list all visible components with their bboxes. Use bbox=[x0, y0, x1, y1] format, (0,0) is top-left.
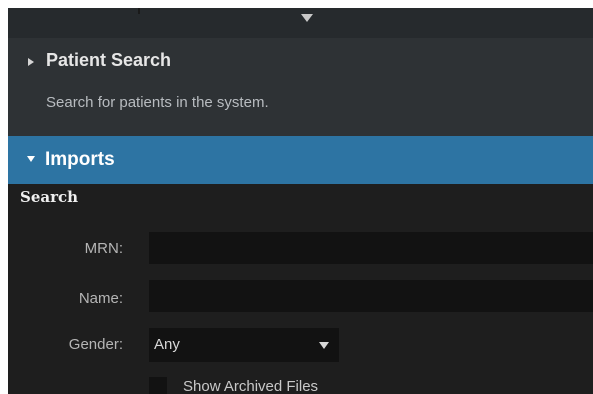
caret-down-icon bbox=[27, 156, 35, 162]
caret-right-icon bbox=[28, 58, 34, 66]
imports-header[interactable]: Imports bbox=[8, 136, 593, 184]
patient-search-section: Patient Search Search for patients in th… bbox=[8, 38, 593, 136]
mrn-label: MRN: bbox=[84, 240, 123, 257]
patient-search-title: Patient Search bbox=[46, 50, 172, 70]
name-input[interactable] bbox=[149, 280, 593, 312]
gender-select-value: Any bbox=[154, 336, 180, 353]
show-archived-label[interactable]: Show Archived Files bbox=[183, 378, 318, 394]
show-archived-checkbox[interactable] bbox=[149, 377, 167, 394]
triangle-down-icon[interactable] bbox=[301, 14, 313, 22]
imports-title: Imports bbox=[45, 149, 115, 170]
name-label: Name: bbox=[78, 290, 123, 307]
sidebar-panel: Patient Search Search for patients in th… bbox=[8, 8, 593, 394]
screenshot-frame: Patient Search Search for patients in th… bbox=[0, 0, 593, 394]
mrn-input[interactable] bbox=[149, 232, 593, 264]
tab-divider bbox=[138, 8, 140, 14]
search-heading: Search bbox=[20, 188, 79, 206]
patient-search-header[interactable]: Patient Search bbox=[8, 38, 593, 86]
gender-label: Gender: bbox=[68, 336, 123, 353]
gender-select[interactable]: Any bbox=[149, 328, 339, 362]
search-form: Search MRN: Name: Gender: Any Show Archi… bbox=[8, 184, 593, 394]
patient-search-description: Search for patients in the system. bbox=[46, 94, 269, 111]
panel-collapse-bar[interactable] bbox=[8, 8, 593, 38]
chevron-down-icon bbox=[319, 342, 329, 349]
